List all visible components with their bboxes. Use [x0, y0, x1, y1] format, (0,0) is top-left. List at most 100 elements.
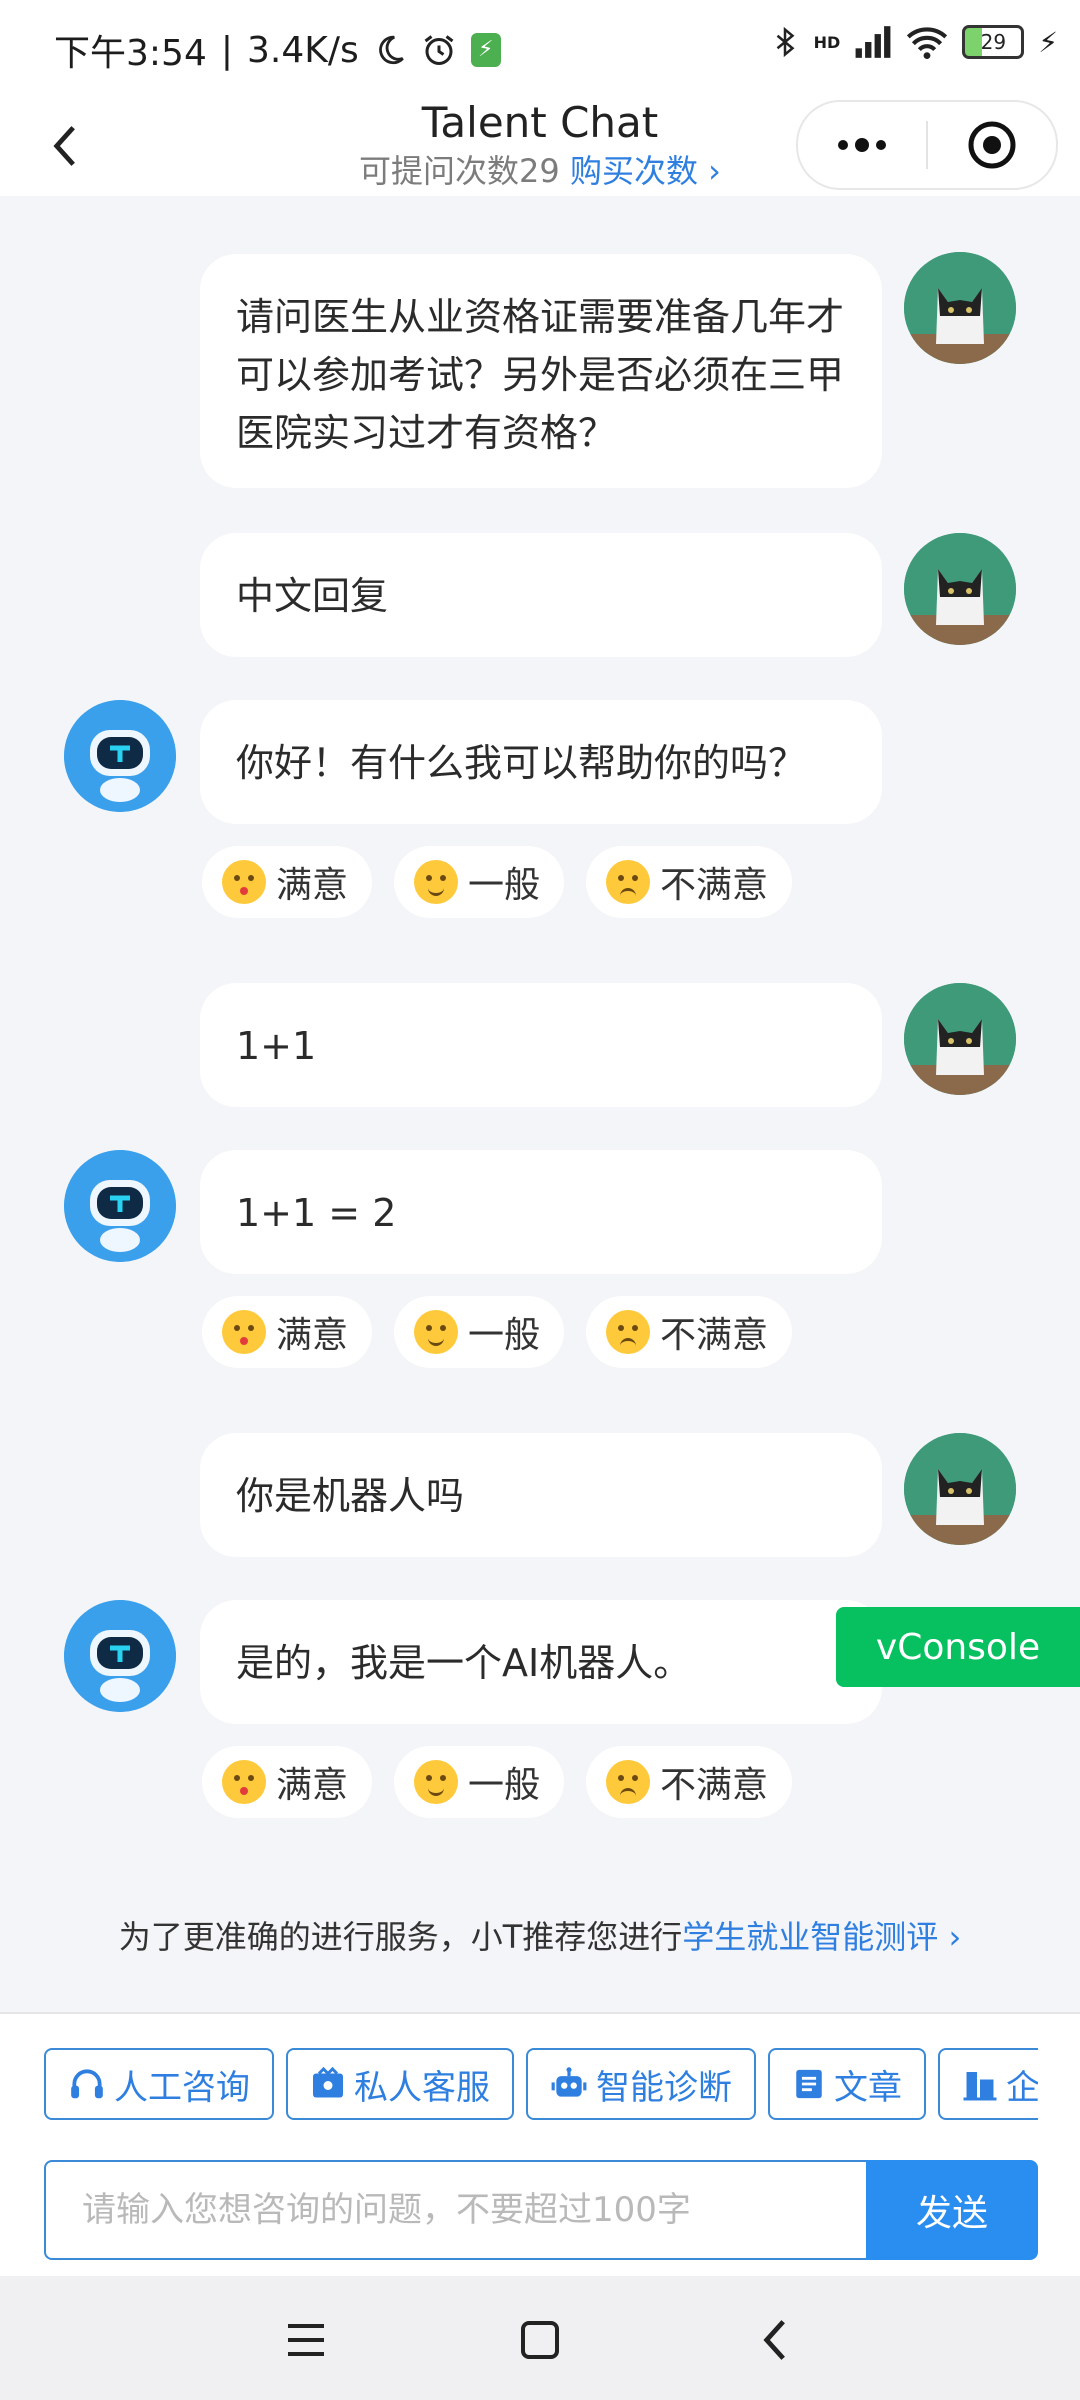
cat-avatar-icon	[904, 533, 1016, 645]
robot-icon	[551, 2067, 587, 2097]
bot-message: 1+1 = 2	[200, 1150, 882, 1274]
square-home-icon	[521, 2321, 559, 2359]
cat-avatar-icon	[904, 983, 1016, 1095]
buy-label: 购买次数	[569, 152, 698, 190]
target-icon	[968, 121, 1016, 169]
smart-diagnosis-button[interactable]: 智能诊断	[526, 2048, 756, 2120]
robot-avatar-icon	[64, 700, 176, 812]
reaction-label: 不满意	[660, 1765, 769, 1806]
tool-label: 文章	[834, 2067, 902, 2108]
reaction-label: 一般	[468, 1765, 541, 1806]
bot-message: 你好！有什么我可以帮助你的吗？	[200, 700, 882, 824]
bot-avatar	[64, 1600, 176, 1712]
nav-bar: Talent Chat 可提问次数29 购买次数 ›	[0, 96, 1080, 196]
mini-program-capsule	[796, 100, 1058, 190]
system-nav-bar	[0, 2276, 1080, 2400]
satisfied-button[interactable]: 满意	[202, 846, 373, 918]
feedback-row: 满意 一般 不满意	[202, 846, 793, 918]
satisfied-button[interactable]: 满意	[202, 1746, 373, 1818]
smile-face-icon	[414, 860, 459, 904]
user-avatar	[904, 533, 1016, 645]
input-row: 发送	[44, 2160, 1038, 2260]
private-service-button[interactable]: 私人客服	[286, 2048, 514, 2120]
tool-label: 私人客服	[354, 2067, 490, 2108]
unsatisfied-button[interactable]: 不满意	[586, 846, 793, 918]
feedback-row: 满意 一般 不满意	[202, 1746, 793, 1818]
user-avatar	[904, 983, 1016, 1095]
robot-avatar-icon	[64, 1150, 176, 1262]
home-button[interactable]	[510, 2310, 570, 2370]
bottom-panel: 人工咨询 私人客服 智能诊断 文章 企 发送	[0, 2012, 1080, 2278]
bluetooth-icon	[776, 26, 795, 58]
alarm-icon	[424, 35, 454, 65]
status-divider: |	[220, 29, 233, 71]
menu-button[interactable]	[276, 2310, 336, 2370]
service-icon	[313, 2066, 343, 2098]
charging-badge-icon: ⚡	[470, 33, 501, 67]
neutral-button[interactable]: 一般	[394, 1296, 565, 1368]
feedback-row: 满意 一般 不满意	[202, 1296, 793, 1368]
reaction-label: 满意	[276, 1315, 349, 1356]
smile-face-icon	[414, 1310, 459, 1354]
chevron-left-icon	[763, 2320, 785, 2360]
smile-face-icon	[414, 1760, 459, 1804]
chevron-right-icon: ›	[708, 152, 721, 190]
quick-action-bar[interactable]: 人工咨询 私人客服 智能诊断 文章 企	[44, 2048, 1038, 2124]
reaction-label: 一般	[468, 1315, 541, 1356]
upset-face-icon	[606, 860, 651, 904]
status-time: 下午3:54	[54, 33, 207, 74]
bot-message: 是的，我是一个AI机器人。	[200, 1600, 882, 1724]
tool-label: 企	[1006, 2067, 1038, 2108]
more-button[interactable]	[798, 102, 926, 188]
user-avatar	[904, 252, 1016, 364]
bot-avatar	[64, 1150, 176, 1262]
buy-link[interactable]: 购买次数 ›	[570, 152, 721, 190]
chat-area[interactable]: 请问医生从业资格证需要准备几年才可以参加考试？另外是否必须在三甲医院实习过才有资…	[0, 196, 1080, 2006]
article-icon	[796, 2069, 822, 2099]
moon-icon	[378, 35, 404, 65]
chevron-right-icon: ›	[948, 1918, 962, 1956]
recommend-banner: 为了更准确的进行服务，小T推荐您进行学生就业智能测评 ›	[0, 1912, 1080, 1958]
assessment-link-label: 学生就业智能测评	[682, 1918, 939, 1956]
human-consult-button[interactable]: 人工咨询	[44, 2048, 274, 2120]
enterprise-button[interactable]: 企	[938, 2048, 1038, 2120]
menu-icon	[288, 2324, 324, 2356]
satisfied-button[interactable]: 满意	[202, 1296, 373, 1368]
user-message: 请问医生从业资格证需要准备几年才可以参加考试？另外是否必须在三甲医院实习过才有资…	[200, 254, 882, 488]
recommend-text: 为了更准确的进行服务，小T推荐您进行	[118, 1918, 683, 1956]
upset-face-icon	[606, 1310, 651, 1354]
question-input[interactable]	[44, 2160, 866, 2260]
status-speed: 3.4K/s	[246, 29, 359, 71]
network-type: HD	[813, 32, 841, 52]
tool-label: 人工咨询	[114, 2067, 250, 2108]
user-message: 中文回复	[200, 533, 882, 657]
charging-icon: ⚡	[1038, 25, 1058, 59]
system-back-button[interactable]	[744, 2310, 804, 2370]
wifi-icon	[907, 27, 948, 59]
user-message: 你是机器人吗	[200, 1433, 882, 1557]
unsatisfied-button[interactable]: 不满意	[586, 1296, 793, 1368]
building-icon	[963, 2072, 997, 2101]
reaction-label: 满意	[276, 1765, 349, 1806]
neutral-button[interactable]: 一般	[394, 1746, 565, 1818]
neutral-button[interactable]: 一般	[394, 846, 565, 918]
user-message: 1+1	[200, 983, 882, 1107]
close-miniprogram-button[interactable]	[928, 102, 1056, 188]
status-left: 下午3:54 | 3.4K/s ⚡	[54, 24, 501, 76]
vconsole-button[interactable]: vConsole	[836, 1607, 1080, 1687]
headset-icon	[71, 2069, 103, 2099]
reaction-label: 不满意	[660, 865, 769, 906]
questions-left: 可提问次数29	[359, 152, 560, 190]
reaction-label: 满意	[276, 865, 349, 906]
article-button[interactable]: 文章	[768, 2048, 926, 2120]
kiss-face-icon	[222, 1310, 266, 1354]
bot-avatar	[64, 700, 176, 812]
cat-avatar-icon	[904, 1433, 1016, 1545]
status-bar: 下午3:54 | 3.4K/s ⚡ HD 29 ⚡	[0, 0, 1080, 96]
send-button[interactable]: 发送	[866, 2160, 1038, 2260]
robot-avatar-icon	[64, 1600, 176, 1712]
kiss-face-icon	[222, 1760, 266, 1804]
signal-icon	[855, 26, 891, 58]
unsatisfied-button[interactable]: 不满意	[586, 1746, 793, 1818]
assessment-link[interactable]: 学生就业智能测评 ›	[682, 1918, 961, 1956]
